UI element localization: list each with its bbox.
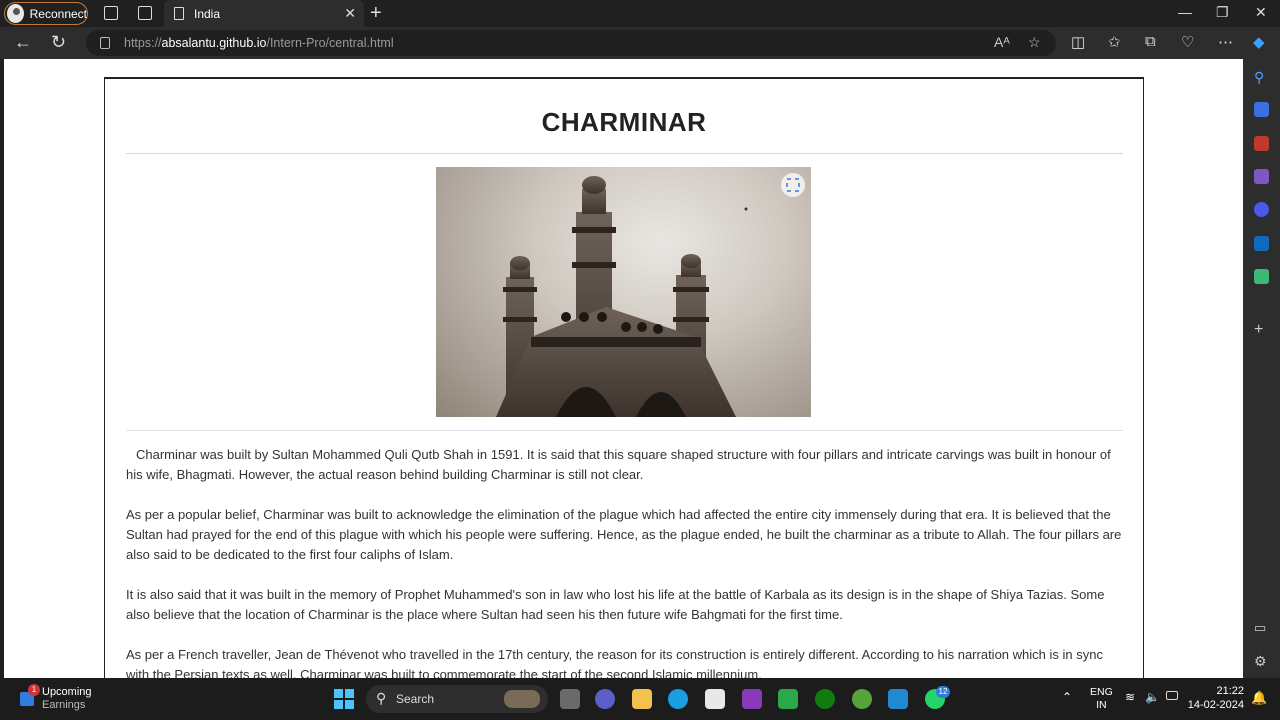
chat-icon[interactable] xyxy=(595,689,615,709)
search-label: Search xyxy=(396,692,435,706)
shopping-icon[interactable] xyxy=(1254,102,1269,117)
lang-top: ENG xyxy=(1090,686,1113,698)
widgets-button[interactable]: 1 xyxy=(18,684,40,710)
browser-essentials-icon[interactable]: ♡ xyxy=(1181,33,1194,51)
tab-title: India xyxy=(194,6,221,21)
collections-icon[interactable]: ⧉ xyxy=(1145,33,1156,50)
add-icon[interactable]: + xyxy=(1254,321,1269,338)
image-divider xyxy=(126,430,1123,431)
instagram-icon[interactable] xyxy=(742,689,762,709)
charminar-illustration xyxy=(496,173,805,417)
back-icon[interactable]: ← xyxy=(14,32,32,53)
workspaces-icon[interactable] xyxy=(104,6,118,20)
paragraph: Charminar was built by Sultan Mohammed Q… xyxy=(126,447,1111,482)
address-toolbar: ← ↻ https://absalantu.github.io/Intern-P… xyxy=(0,27,1280,59)
tab-india[interactable]: India ✕ xyxy=(164,0,364,27)
task-view-icon[interactable] xyxy=(560,689,580,709)
page-title: CHARMINAR xyxy=(541,107,707,137)
lock-icon[interactable] xyxy=(100,37,110,49)
favorite-star-icon[interactable]: ☆ xyxy=(1028,34,1041,51)
vscode-icon[interactable] xyxy=(888,689,908,709)
search-highlight-icon xyxy=(504,690,540,708)
drop-icon[interactable] xyxy=(1254,269,1269,284)
split-screen-icon[interactable]: ◫ xyxy=(1071,33,1085,51)
new-tab-icon[interactable]: + xyxy=(370,2,382,25)
widget-badge: 1 xyxy=(28,684,40,696)
clock-time: 21:22 xyxy=(1216,685,1244,697)
games-icon[interactable] xyxy=(1254,169,1269,184)
edge-sidebar: ⚲ + ▭ ⚙ xyxy=(1243,59,1280,679)
widget-title: Upcoming xyxy=(42,686,92,698)
read-aloud-icon[interactable]: Aᴬ xyxy=(994,34,1010,50)
windows-taskbar: 1 Upcoming Earnings ⚲ Search 12 ⌃ ENG IN… xyxy=(0,678,1280,720)
profile-reconnect-label: Reconnect xyxy=(29,6,87,21)
language-indicator[interactable]: ENG IN xyxy=(1090,686,1113,712)
utorrent-icon[interactable] xyxy=(852,689,872,709)
title-divider xyxy=(126,153,1123,154)
more-menu-icon[interactable]: ⋯ xyxy=(1218,33,1233,51)
play-store-icon[interactable] xyxy=(778,689,798,709)
lang-bottom: IN xyxy=(1096,699,1107,711)
url-path: /Intern-Pro/central.html xyxy=(266,36,394,50)
maximize-icon[interactable]: ❐ xyxy=(1216,4,1229,21)
url-domain: absalantu.github.io xyxy=(161,36,267,50)
widget-text[interactable]: Upcoming Earnings xyxy=(42,686,92,712)
charminar-image xyxy=(436,167,811,417)
store-icon[interactable] xyxy=(705,689,725,709)
system-clock[interactable]: 21:22 14-02-2024 xyxy=(1188,684,1244,712)
browser-titlebar: Reconnect India ✕ + — ❐ ✕ xyxy=(0,0,1280,27)
copilot-icon[interactable]: ◆ xyxy=(1253,33,1265,51)
copilot-sidebar-icon[interactable] xyxy=(1254,202,1269,217)
wifi-icon[interactable]: ≋ xyxy=(1125,690,1135,704)
tools-icon[interactable] xyxy=(1254,136,1269,151)
address-bar[interactable]: https://absalantu.github.io/Intern-Pro/c… xyxy=(86,30,1056,56)
clock-date: 14-02-2024 xyxy=(1187,699,1244,711)
close-window-icon[interactable]: ✕ xyxy=(1255,4,1267,21)
sidebar-toggle-icon[interactable]: ▭ xyxy=(1254,620,1269,635)
xbox-icon[interactable] xyxy=(815,689,835,709)
tray-chevron-icon[interactable]: ⌃ xyxy=(1062,690,1072,704)
battery-icon[interactable] xyxy=(1166,691,1178,700)
widget-subtitle: Earnings xyxy=(42,699,86,711)
volume-icon[interactable]: 🔈 xyxy=(1145,690,1160,704)
favorites-icon[interactable]: ✩ xyxy=(1108,33,1121,51)
close-tab-icon[interactable]: ✕ xyxy=(344,5,356,22)
settings-gear-icon[interactable]: ⚙ xyxy=(1254,653,1269,669)
page-icon xyxy=(174,7,184,20)
notification-bell-icon[interactable]: 🔔 xyxy=(1251,690,1267,706)
taskbar-search[interactable]: ⚲ Search xyxy=(366,685,548,713)
minimize-icon[interactable]: — xyxy=(1178,4,1192,20)
url-prefix: https:// xyxy=(124,36,162,50)
profile-reconnect-button[interactable]: Reconnect xyxy=(4,2,88,25)
whatsapp-badge: 12 xyxy=(936,686,950,698)
search-icon: ⚲ xyxy=(376,690,387,706)
search-icon[interactable]: ⚲ xyxy=(1254,69,1269,85)
tab-actions-icon[interactable] xyxy=(138,6,152,20)
outlook-icon[interactable] xyxy=(1254,236,1269,251)
content-card: CHARMINAR Charminar was built by Sultan … xyxy=(104,77,1144,678)
paragraph: As per a popular belief, Charminar was b… xyxy=(126,507,1122,562)
start-icon[interactable] xyxy=(334,689,354,709)
avatar-icon xyxy=(7,4,24,23)
edge-icon[interactable] xyxy=(668,689,688,709)
refresh-icon[interactable]: ↻ xyxy=(51,32,66,53)
paragraph: It is also said that it was built in the… xyxy=(126,587,1105,622)
paragraph: As per a French traveller, Jean de Théve… xyxy=(126,647,1103,678)
page-viewport[interactable]: CHARMINAR Charminar was built by Sultan … xyxy=(4,59,1243,678)
article-body: Charminar was built by Sultan Mohammed Q… xyxy=(126,445,1124,678)
file-explorer-icon[interactable] xyxy=(632,689,652,709)
